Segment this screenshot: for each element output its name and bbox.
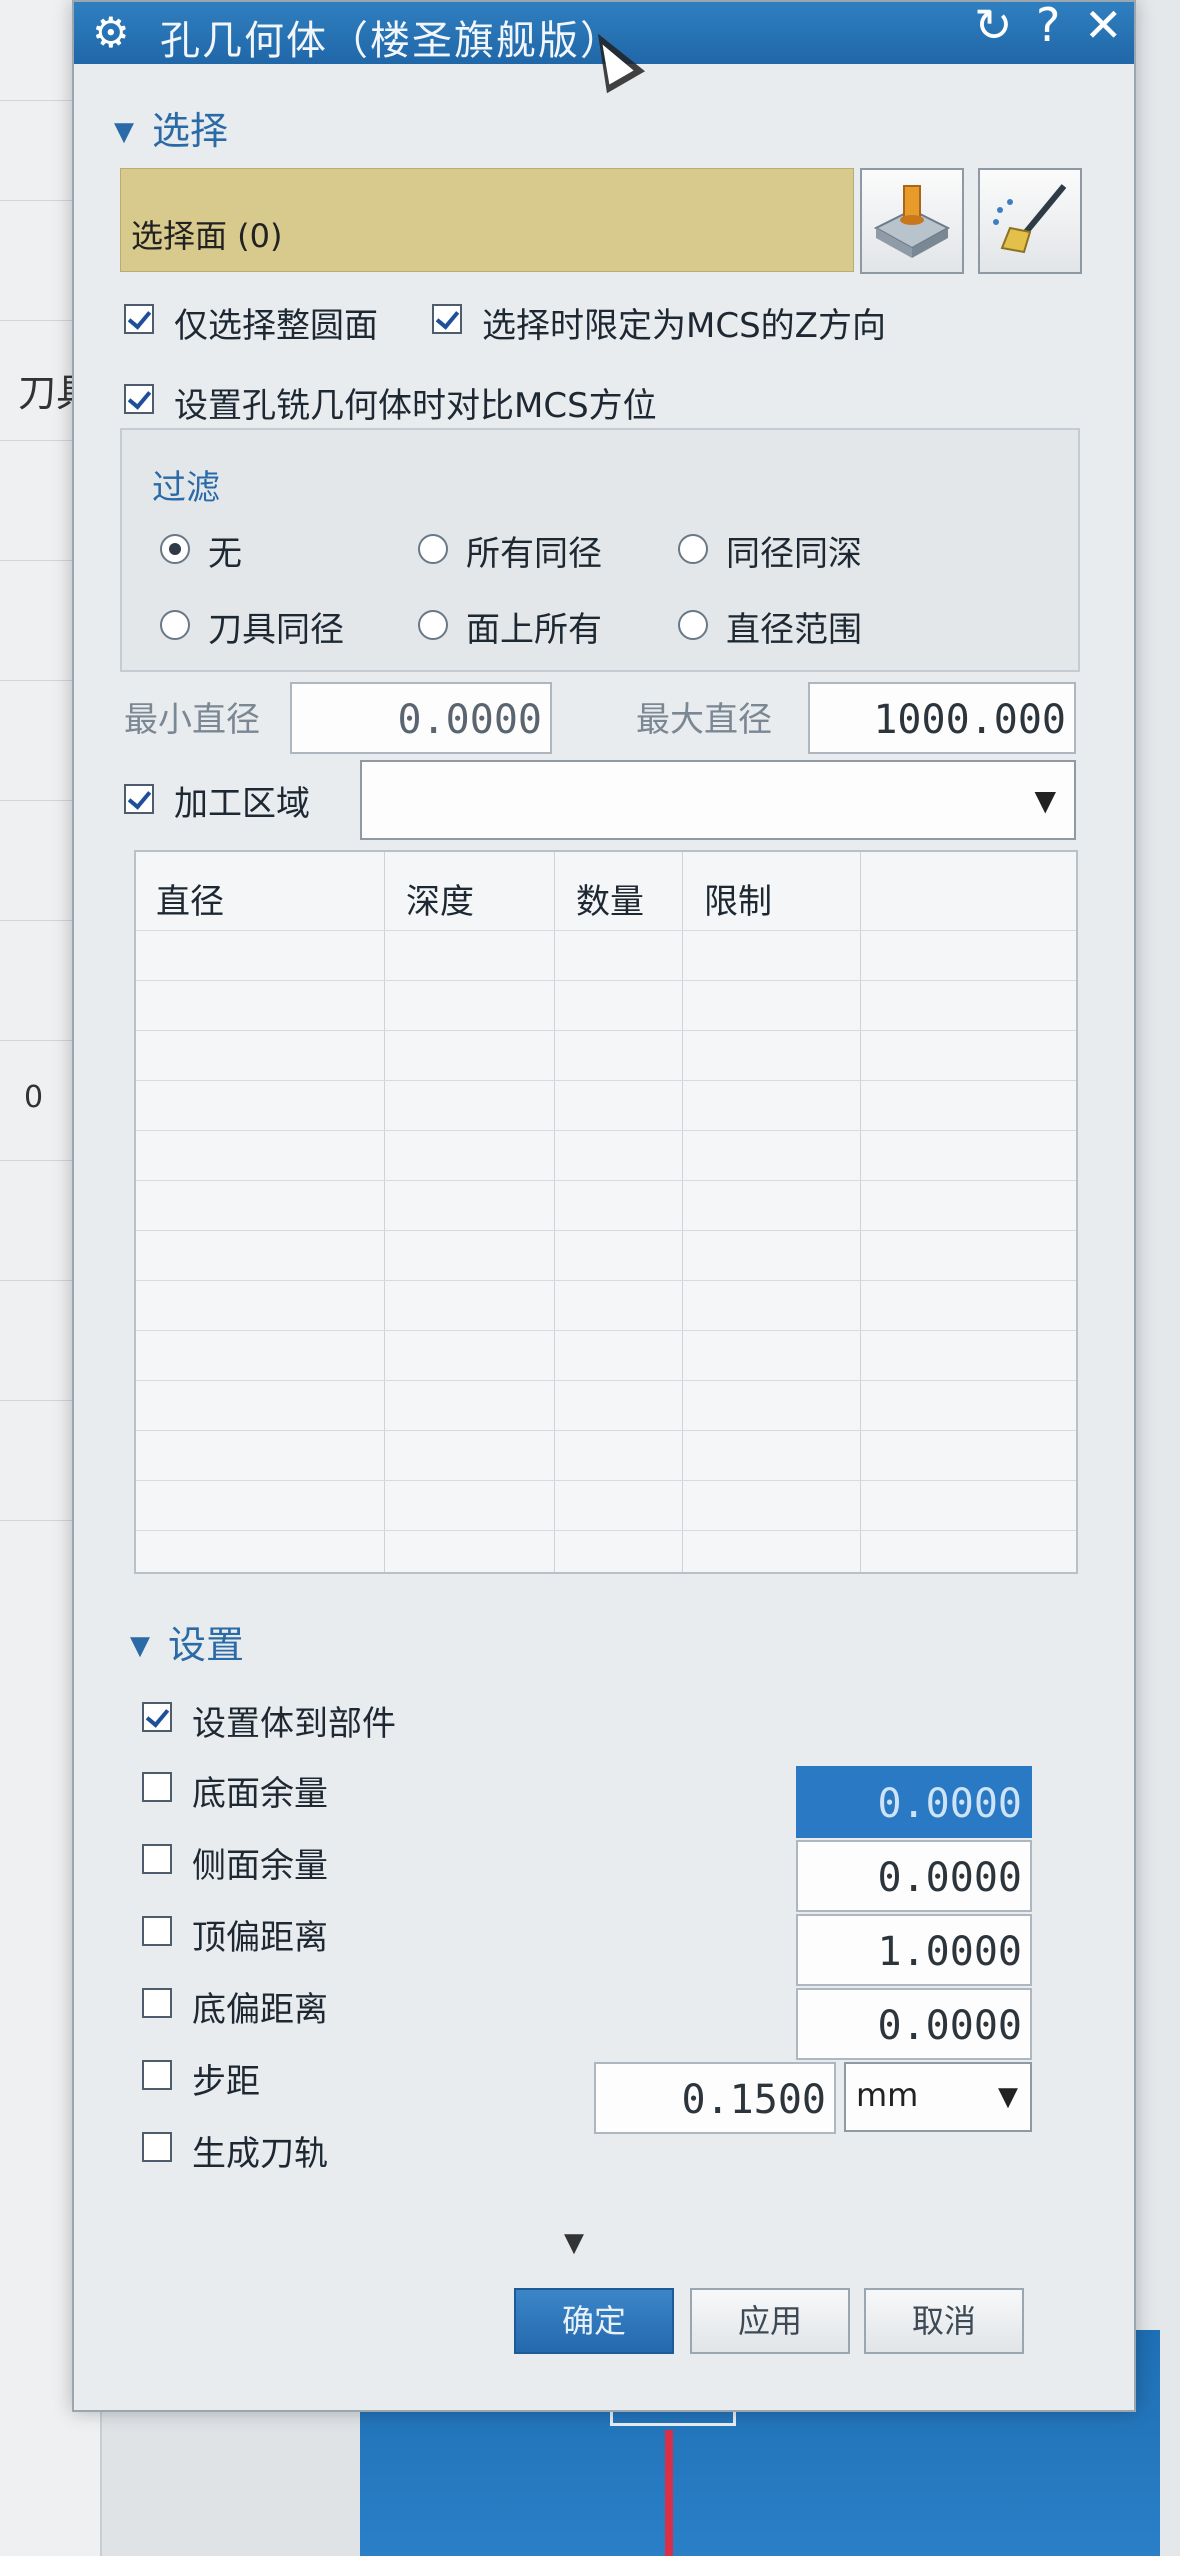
set-body-to-part-label: 设置体到部件 bbox=[192, 1704, 396, 1744]
filter-radio-same-diameter-depth[interactable] bbox=[678, 534, 708, 564]
stepover-unit-value: mm bbox=[856, 2076, 919, 2114]
set-body-to-part-checkbox[interactable] bbox=[142, 1702, 172, 1732]
filter-option-label: 刀具同径 bbox=[208, 610, 344, 650]
stepover-checkbox[interactable] bbox=[142, 2060, 172, 2090]
min-diameter-label: 最小直径 bbox=[124, 700, 260, 740]
hole-geometry-dialog: ⚙ 孔几何体（楼圣旗舰版） ↻ ? ✕ ▼ 选择 选择面 (0) 仅选择整圆面 选… bbox=[72, 0, 1136, 2412]
row-divider bbox=[136, 980, 1076, 981]
compare-mcs-checkbox[interactable] bbox=[124, 384, 154, 414]
filter-option-label: 无 bbox=[208, 534, 242, 574]
row-divider bbox=[136, 930, 1076, 931]
column-header-depth[interactable]: 深度 bbox=[406, 874, 474, 923]
column-divider bbox=[384, 852, 385, 1572]
stepover-input[interactable]: 0.1500 bbox=[594, 2062, 836, 2134]
floor-stock-input[interactable]: 0.0000 bbox=[796, 1766, 1032, 1838]
select-face-field[interactable]: 选择面 (0) bbox=[120, 168, 854, 272]
bottom-offset-checkbox[interactable] bbox=[142, 1988, 172, 2018]
filter-option-label: 面上所有 bbox=[466, 610, 602, 650]
row-divider bbox=[136, 1130, 1076, 1131]
limit-mcs-z-label: 选择时限定为MCS的Z方向 bbox=[482, 306, 886, 346]
row-divider bbox=[136, 1480, 1076, 1481]
close-button[interactable]: ✕ bbox=[1084, 0, 1123, 52]
hole-list-table[interactable]: 直径 深度 数量 限制 bbox=[134, 850, 1078, 1574]
column-header-limit[interactable]: 限制 bbox=[704, 874, 772, 923]
filter-radio-diameter-range[interactable] bbox=[678, 610, 708, 640]
side-stock-checkbox[interactable] bbox=[142, 1844, 172, 1874]
generate-toolpath-label: 生成刀轨 bbox=[192, 2134, 328, 2174]
filter-option-label: 同径同深 bbox=[726, 534, 862, 574]
selection-section-title: 选择 bbox=[152, 109, 229, 153]
apply-button[interactable]: 应用 bbox=[690, 2288, 850, 2354]
min-diameter-input[interactable]: 0.0000 bbox=[290, 682, 552, 754]
column-header-diameter[interactable]: 直径 bbox=[156, 874, 224, 923]
row-divider bbox=[136, 1330, 1076, 1331]
select-hole-icon bbox=[873, 185, 951, 258]
background-cell-value: 0 bbox=[24, 1080, 44, 1115]
cancel-button[interactable]: 取消 bbox=[864, 2288, 1024, 2354]
collapse-triangle-icon: ▼ bbox=[130, 1631, 150, 1661]
side-stock-label: 侧面余量 bbox=[192, 1846, 328, 1886]
max-diameter-label: 最大直径 bbox=[636, 700, 772, 740]
only-full-circle-checkbox[interactable] bbox=[124, 304, 154, 334]
row-divider bbox=[136, 1230, 1076, 1231]
filter-radio-none[interactable] bbox=[160, 534, 190, 564]
only-full-circle-label: 仅选择整圆面 bbox=[174, 306, 378, 346]
dialog-title: 孔几何体（楼圣旗舰版） bbox=[160, 18, 622, 64]
collapse-triangle-icon: ▼ bbox=[114, 117, 134, 147]
filter-option-label: 所有同径 bbox=[466, 534, 602, 574]
top-offset-input[interactable]: 1.0000 bbox=[796, 1914, 1032, 1986]
machining-area-label: 加工区域 bbox=[174, 784, 310, 824]
expand-more-icon[interactable]: ▼ bbox=[564, 2228, 584, 2258]
filter-radio-all-on-face[interactable] bbox=[418, 610, 448, 640]
row-divider bbox=[136, 1180, 1076, 1181]
row-divider bbox=[136, 1530, 1076, 1531]
brush-icon bbox=[993, 184, 1067, 254]
filter-group: 过滤 无 所有同径 同径同深 刀具同径 面上所有 直径范围 bbox=[120, 428, 1080, 672]
refresh-icon[interactable]: ↻ bbox=[974, 0, 1013, 52]
dropdown-arrow-icon: ▼ bbox=[998, 2082, 1018, 2112]
compare-mcs-label: 设置孔铣几何体时对比MCS方位 bbox=[174, 386, 657, 426]
top-offset-checkbox[interactable] bbox=[142, 1916, 172, 1946]
max-diameter-input[interactable]: 1000.000 bbox=[808, 682, 1076, 754]
stepover-unit-dropdown[interactable]: mm ▼ bbox=[844, 2062, 1032, 2132]
select-face-label: 选择面 (0) bbox=[131, 217, 283, 255]
generate-toolpath-checkbox[interactable] bbox=[142, 2132, 172, 2162]
clear-selection-button[interactable] bbox=[978, 168, 1082, 274]
floor-stock-label: 底面余量 bbox=[192, 1774, 328, 1814]
filter-radio-same-diameter[interactable] bbox=[418, 534, 448, 564]
row-divider bbox=[136, 1080, 1076, 1081]
selection-section-header[interactable]: ▼ 选择 bbox=[114, 100, 228, 155]
filter-title: 过滤 bbox=[152, 468, 220, 508]
filter-option-label: 直径范围 bbox=[726, 610, 862, 650]
settings-section-header[interactable]: ▼ 设置 bbox=[130, 1614, 244, 1669]
row-divider bbox=[136, 1280, 1076, 1281]
gear-icon: ⚙ bbox=[92, 8, 130, 57]
bottom-offset-label: 底偏距离 bbox=[192, 1990, 328, 2030]
dropdown-arrow-icon: ▼ bbox=[1034, 784, 1056, 817]
column-divider bbox=[860, 852, 861, 1572]
column-header-count[interactable]: 数量 bbox=[576, 874, 644, 923]
column-divider bbox=[554, 852, 555, 1572]
settings-section-title: 设置 bbox=[168, 1623, 245, 1667]
row-divider bbox=[136, 1030, 1076, 1031]
machining-area-dropdown[interactable]: ▼ bbox=[360, 760, 1076, 840]
column-divider bbox=[682, 852, 683, 1572]
row-divider bbox=[136, 1430, 1076, 1431]
limit-mcs-z-checkbox[interactable] bbox=[432, 304, 462, 334]
stepover-label: 步距 bbox=[192, 2062, 260, 2102]
side-stock-input[interactable]: 0.0000 bbox=[796, 1840, 1032, 1912]
select-hole-button[interactable] bbox=[860, 168, 964, 274]
help-button[interactable]: ? bbox=[1036, 0, 1060, 52]
filter-radio-tool-diameter[interactable] bbox=[160, 610, 190, 640]
top-offset-label: 顶偏距离 bbox=[192, 1918, 328, 1958]
axis-line bbox=[665, 2430, 673, 2556]
row-divider bbox=[136, 1380, 1076, 1381]
floor-stock-checkbox[interactable] bbox=[142, 1772, 172, 1802]
ok-button[interactable]: 确定 bbox=[514, 2288, 674, 2354]
bottom-offset-input[interactable]: 0.0000 bbox=[796, 1988, 1032, 2060]
machining-area-checkbox[interactable] bbox=[124, 784, 154, 814]
